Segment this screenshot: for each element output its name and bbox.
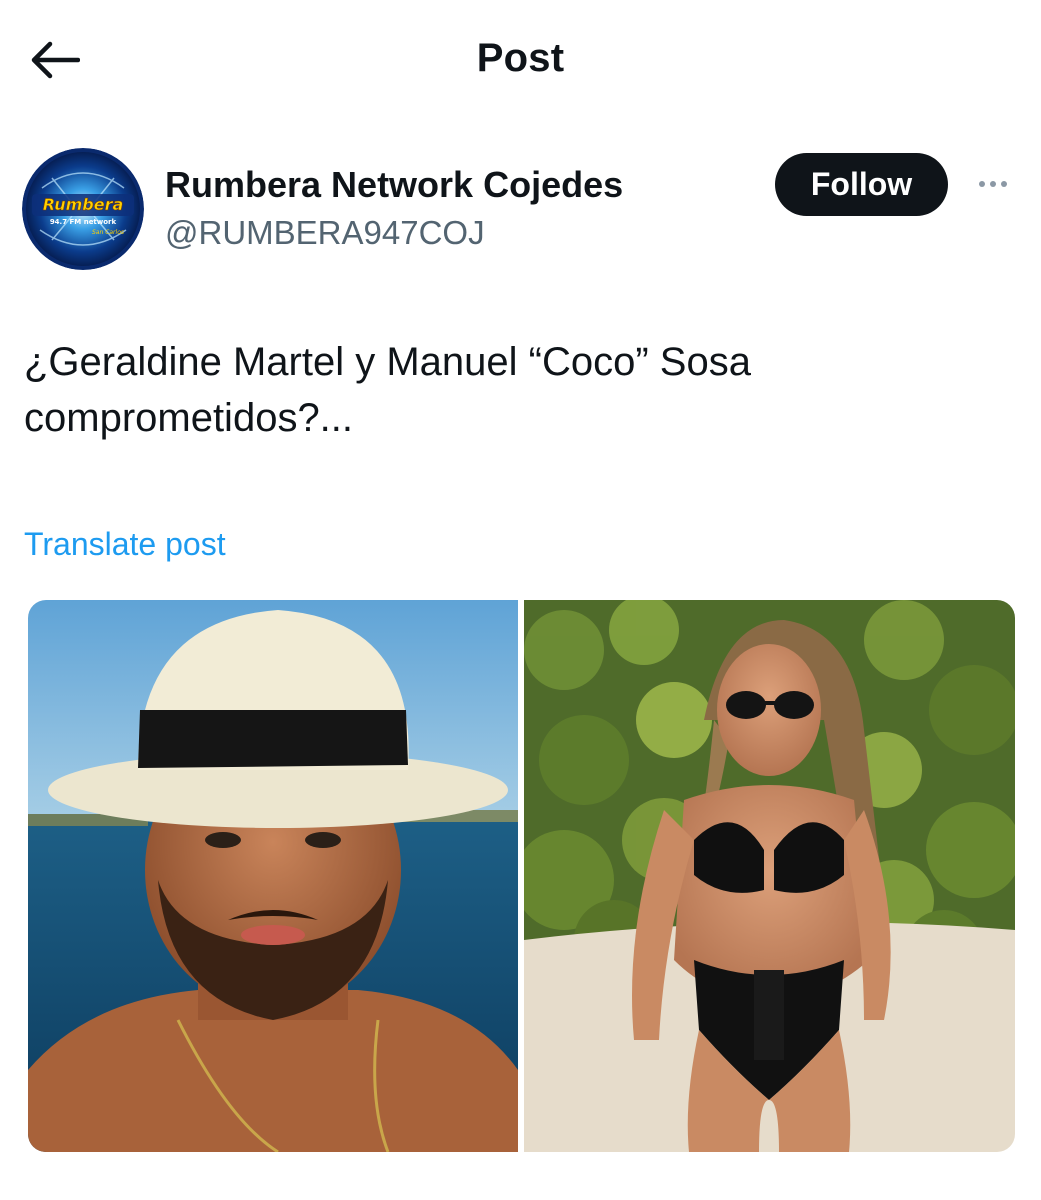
media-photo-man-in-hat[interactable]: [28, 600, 518, 1152]
post-media-grid: [28, 600, 1015, 1152]
page-title: Post: [476, 36, 565, 80]
post-detail-page: Post Rumbera 94.7 FM network San Carlos …: [0, 0, 1041, 1200]
svg-text:94.7 FM network: 94.7 FM network: [50, 218, 117, 226]
more-horizontal-icon: [979, 181, 985, 187]
svg-text:San Carlos: San Carlos: [92, 229, 124, 236]
more-dot: [1001, 181, 1007, 187]
follow-button[interactable]: Follow: [775, 153, 948, 216]
author-name[interactable]: Rumbera Network Cojedes: [165, 164, 623, 206]
post-text: ¿Geraldine Martel y Manuel “Coco” Sosa c…: [24, 340, 751, 440]
more-options-button[interactable]: [968, 168, 1018, 200]
top-bar: Post: [0, 0, 1041, 120]
author-handle[interactable]: @RUMBERA947COJ: [165, 214, 485, 252]
photo-man-in-hat: [28, 600, 518, 1152]
translate-post-link[interactable]: Translate post: [24, 526, 226, 563]
svg-text:Rumbera: Rumbera: [43, 195, 124, 214]
media-photo-woman-on-beach[interactable]: [524, 600, 1015, 1152]
photo-woman-on-beach: [524, 600, 1015, 1152]
more-dot: [990, 181, 996, 187]
avatar[interactable]: Rumbera 94.7 FM network San Carlos: [22, 148, 144, 270]
rumbera-logo-icon: Rumbera 94.7 FM network San Carlos: [22, 148, 144, 270]
